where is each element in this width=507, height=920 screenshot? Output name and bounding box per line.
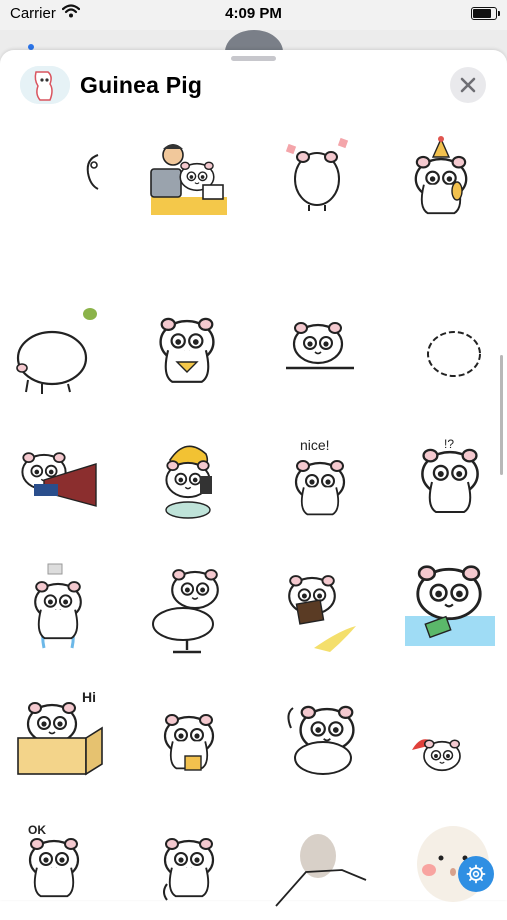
sticker-guinea-pig-lying[interactable] xyxy=(8,300,108,400)
sticker-text-hi: Hi xyxy=(82,690,96,705)
sticker-guinea-pig-scarf[interactable] xyxy=(137,300,237,400)
battery-icon xyxy=(471,7,500,20)
sticker-guinea-pig-wave[interactable] xyxy=(273,690,373,790)
status-bar: Carrier 4:09 PM xyxy=(0,0,507,30)
sticker-text-nice: nice! xyxy=(300,437,330,453)
settings-button[interactable] xyxy=(458,856,494,892)
sticker-grid: nice! !? Hi OK xyxy=(0,130,507,907)
sticker-guinea-pig-surprised[interactable]: !? xyxy=(398,430,498,530)
sticker-guinea-pig-desk[interactable] xyxy=(270,300,370,400)
clock: 4:09 PM xyxy=(225,5,282,22)
close-icon xyxy=(460,77,476,93)
sticker-text-surprised: !? xyxy=(444,437,454,451)
sticker-guinea-pig-back[interactable] xyxy=(267,135,367,235)
sticker-guinea-pig-box[interactable]: Hi xyxy=(12,690,112,790)
sticker-guinea-pig-cannon[interactable] xyxy=(4,430,104,530)
sticker-guinea-pig-party-hat[interactable] xyxy=(393,135,493,235)
sticker-guinea-pig-phone[interactable] xyxy=(405,560,505,660)
sticker-pack-icon xyxy=(20,66,70,104)
sticker-guinea-pig-nice[interactable]: nice! xyxy=(270,430,370,530)
sticker-guinea-pig-crying[interactable] xyxy=(10,560,110,660)
sticker-sheet: Guinea Pig nice! !? Hi OK xyxy=(0,50,507,907)
sheet-title: Guinea Pig xyxy=(80,72,203,98)
sticker-guinea-pig-book[interactable] xyxy=(270,560,370,660)
sticker-guinea-pig-computer[interactable] xyxy=(127,135,227,235)
sticker-guinea-pig-yellow-hat[interactable] xyxy=(140,430,240,530)
sticker-guinea-pig-ok[interactable]: OK xyxy=(8,820,108,920)
sticker-guinea-pig-santa[interactable] xyxy=(408,690,507,790)
battery-level xyxy=(473,9,491,18)
close-button[interactable] xyxy=(450,67,486,103)
sticker-guinea-pig-chair[interactable] xyxy=(143,560,243,660)
scrollbar[interactable] xyxy=(500,355,503,475)
sheet-grabber[interactable] xyxy=(231,56,276,61)
sticker-guinea-pig-thinking[interactable] xyxy=(143,820,243,920)
sticker-text-ok: OK xyxy=(28,823,46,837)
sticker-guinea-pig-ball[interactable] xyxy=(406,300,506,400)
sticker-guinea-pig-tea[interactable] xyxy=(143,690,243,790)
gear-icon xyxy=(466,864,486,884)
sticker-guinea-pig-real-back[interactable] xyxy=(272,820,372,920)
